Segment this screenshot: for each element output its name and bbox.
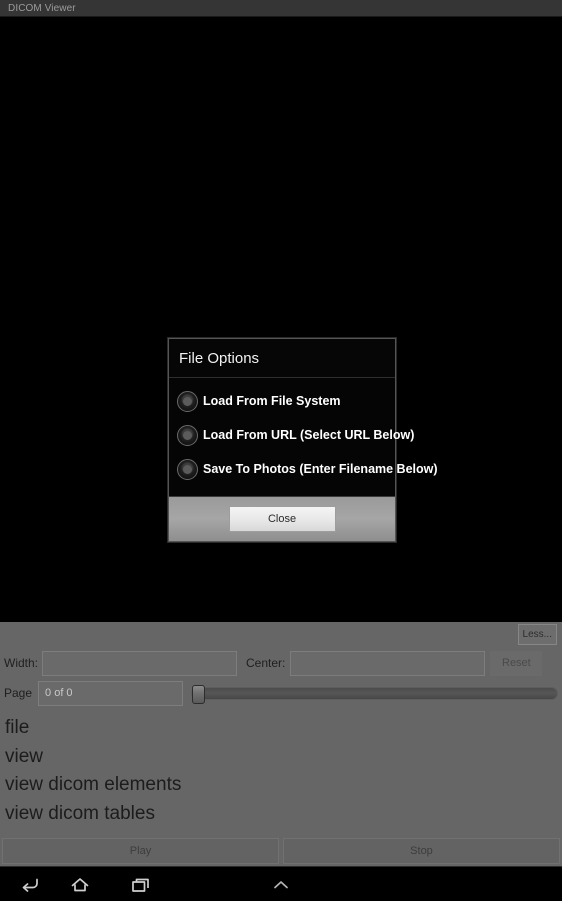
radio-unselected-icon[interactable]: [177, 458, 198, 480]
menu-item-view-dicom-elements[interactable]: view dicom elements: [5, 771, 562, 800]
option-save-to-photos[interactable]: Save To Photos (Enter Filename Below): [169, 452, 438, 486]
recent-apps-icon[interactable]: [126, 874, 156, 896]
app-root: DICOM Viewer File Options Load From File…: [0, 0, 562, 901]
radio-unselected-icon[interactable]: [177, 424, 198, 446]
reset-button[interactable]: Reset: [490, 650, 543, 676]
recent-apps-glyph: [132, 878, 149, 892]
page-slider[interactable]: [191, 685, 558, 704]
width-label: Width:: [4, 656, 39, 670]
page-row: Page 0 of 0: [0, 678, 562, 708]
file-options-dialog: File Options Load From File System Load …: [168, 338, 438, 542]
width-input[interactable]: [42, 650, 238, 676]
chevron-up-icon[interactable]: [266, 874, 296, 896]
app-title: DICOM Viewer: [8, 3, 76, 14]
option-label: Load From URL (Select URL Below): [203, 428, 415, 442]
menu-item-view-dicom-tables[interactable]: view dicom tables: [5, 800, 562, 829]
less-button[interactable]: Less...: [517, 624, 557, 645]
option-load-from-url[interactable]: Load From URL (Select URL Below): [169, 418, 414, 452]
playback-action-row: Play Stop: [0, 838, 562, 866]
dialog-header: File Options: [169, 339, 395, 378]
back-arrow-icon[interactable]: [15, 874, 45, 896]
page-slider-thumb[interactable]: [192, 685, 206, 704]
chevron-up-glyph: [274, 881, 288, 889]
page-input[interactable]: 0 of 0: [38, 680, 184, 706]
option-label: Load From File System: [203, 394, 341, 408]
play-button[interactable]: Play: [2, 838, 279, 864]
home-glyph: [71, 878, 89, 892]
menu-item-view[interactable]: view: [5, 743, 562, 772]
dialog-body: Load From File System Load From URL (Sel…: [169, 378, 438, 496]
dialog-title: File Options: [179, 350, 260, 367]
page-label: Page: [4, 686, 33, 700]
option-label: Save To Photos (Enter Filename Below): [203, 462, 438, 476]
android-nav-bar: [0, 866, 562, 901]
less-row: Less...: [0, 622, 562, 648]
home-icon[interactable]: [65, 874, 95, 896]
menu-item-file[interactable]: file: [5, 714, 562, 743]
option-load-from-file-system[interactable]: Load From File System: [169, 384, 395, 418]
radio-unselected-icon[interactable]: [177, 390, 198, 412]
center-input[interactable]: [290, 650, 486, 676]
close-button[interactable]: Close: [228, 506, 336, 532]
control-panel: Less... Width: Center: Reset Page 0 of 0…: [0, 622, 562, 866]
stop-button[interactable]: Stop: [283, 838, 560, 864]
page-slider-track[interactable]: [191, 687, 558, 700]
title-bar: DICOM Viewer: [0, 0, 562, 17]
window-level-row: Width: Center: Reset: [0, 648, 562, 678]
center-label: Center:: [246, 656, 286, 670]
back-arrow-glyph: [22, 878, 38, 892]
dialog-footer: Close: [169, 496, 395, 541]
menu-list: file view view dicom elements view dicom…: [0, 714, 562, 828]
